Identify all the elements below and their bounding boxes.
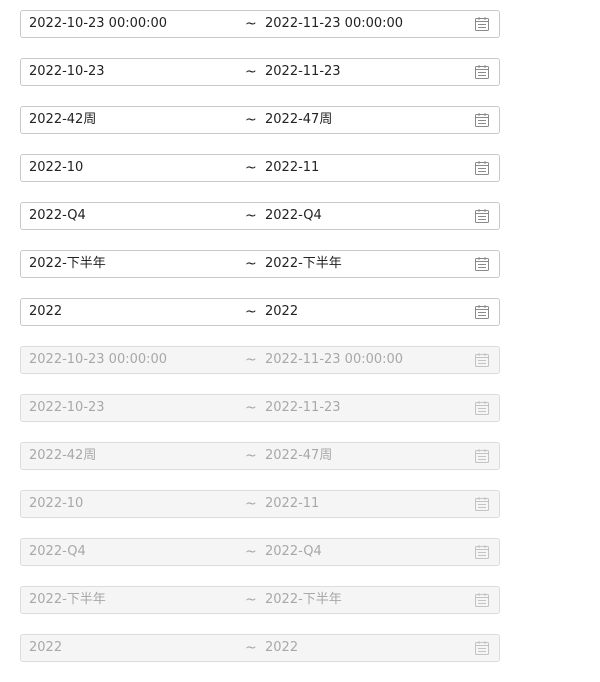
range-end-value[interactable]: 2022-11-23 [265,59,341,85]
calendar-icon[interactable] [475,257,489,271]
calendar-icon[interactable] [475,113,489,127]
calendar-icon[interactable] [475,161,489,175]
range-separator: ~ [245,64,257,80]
range-start-value: 2022-下半年 [29,592,106,607]
range-end-value: 2022-下半年 [265,592,342,607]
range-start-value: 2022-42周 [29,448,97,463]
range-separator: ~ [245,304,257,320]
range-start-value[interactable]: 2022-下半年 [29,251,106,277]
quarter-range-picker[interactable]: 2022-Q4 ~ 2022-Q4 [20,202,500,230]
range-separator: ~ [245,544,257,560]
range-end-value[interactable]: 2022-11 [265,155,319,181]
range-end-value: 2022-47周 [265,448,333,463]
month-range-picker-disabled: 2022-10 ~ 2022-11 [20,490,500,518]
range-start-value: 2022-10 [29,496,84,511]
calendar-icon [475,641,489,655]
calendar-icon[interactable] [475,305,489,319]
range-separator: ~ [245,160,257,176]
range-start-value[interactable]: 2022-Q4 [29,203,86,229]
range-end-value: 2022-Q4 [265,544,322,559]
calendar-icon[interactable] [475,65,489,79]
range-separator: ~ [245,448,257,464]
range-end-value: 2022-11-23 00:00:00 [265,352,404,367]
range-start-value: 2022-10-23 [29,400,105,415]
range-end-value[interactable]: 2022 [265,299,298,325]
range-start-value[interactable]: 2022 [29,299,62,325]
datetime-range-picker[interactable]: 2022-10-23 00:00:00 ~ 2022-11-23 00:00:0… [20,10,500,38]
week-range-picker[interactable]: 2022-42周 ~ 2022-47周 [20,106,500,134]
range-end-value[interactable]: 2022-47周 [265,107,332,133]
range-start-value: 2022 [29,640,63,655]
range-end-value[interactable]: 2022-11-23 00:00:00 [265,11,403,37]
month-range-picker[interactable]: 2022-10 ~ 2022-11 [20,154,500,182]
calendar-icon [475,497,489,511]
year-range-picker[interactable]: 2022 ~ 2022 [20,298,500,326]
range-separator: ~ [245,400,257,416]
year-range-picker-disabled: 2022 ~ 2022 [20,634,500,662]
range-start-value[interactable]: 2022-42周 [29,107,96,133]
datetime-range-picker-disabled: 2022-10-23 00:00:00 ~ 2022-11-23 00:00:0… [20,346,500,374]
calendar-icon [475,353,489,367]
range-start-value: 2022-10-23 00:00:00 [29,352,168,367]
calendar-icon [475,401,489,415]
date-range-picker-list: 2022-10-23 00:00:00 ~ 2022-11-23 00:00:0… [20,10,500,682]
range-separator: ~ [245,112,257,128]
half-year-range-picker[interactable]: 2022-下半年 ~ 2022-下半年 [20,250,500,278]
half-year-range-picker-disabled: 2022-下半年 ~ 2022-下半年 [20,586,500,614]
range-end-value[interactable]: 2022-Q4 [265,203,322,229]
calendar-icon[interactable] [475,17,489,31]
range-start-value[interactable]: 2022-10 [29,155,83,181]
range-start-value[interactable]: 2022-10-23 [29,59,105,85]
range-start-value: 2022-Q4 [29,544,86,559]
date-range-picker-disabled: 2022-10-23 ~ 2022-11-23 [20,394,500,422]
range-end-value: 2022-11-23 [265,400,341,415]
week-range-picker-disabled: 2022-42周 ~ 2022-47周 [20,442,500,470]
range-separator: ~ [245,592,257,608]
range-end-value: 2022-11 [265,496,320,511]
range-separator: ~ [245,352,257,368]
range-start-value[interactable]: 2022-10-23 00:00:00 [29,11,167,37]
range-end-value: 2022 [265,640,299,655]
calendar-icon [475,449,489,463]
calendar-icon[interactable] [475,209,489,223]
quarter-range-picker-disabled: 2022-Q4 ~ 2022-Q4 [20,538,500,566]
date-range-picker[interactable]: 2022-10-23 ~ 2022-11-23 [20,58,500,86]
range-separator: ~ [245,640,257,656]
calendar-icon [475,545,489,559]
range-separator: ~ [245,208,257,224]
calendar-icon [475,593,489,607]
range-end-value[interactable]: 2022-下半年 [265,251,342,277]
range-separator: ~ [245,256,257,272]
range-separator: ~ [245,16,257,32]
range-separator: ~ [245,496,257,512]
